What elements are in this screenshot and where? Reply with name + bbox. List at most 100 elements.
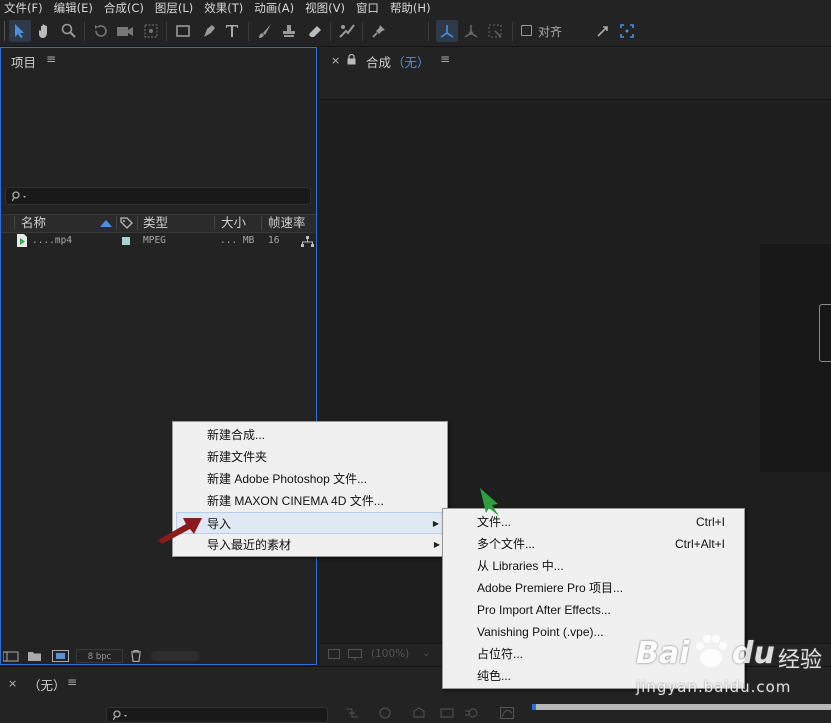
column-name[interactable]: 名称: [21, 215, 46, 231]
menu-item-import-libraries[interactable]: 从 Libraries 中...: [477, 555, 725, 577]
new-folder-icon[interactable]: [28, 651, 42, 662]
menu-item-import-premiere-project[interactable]: Adobe Premiere Pro 项目...: [477, 577, 725, 599]
draft-3d-icon[interactable]: [378, 707, 392, 719]
align-label: 对齐: [538, 25, 563, 39]
interpret-footage-icon[interactable]: [3, 651, 19, 662]
zoom-tool-icon[interactable]: [58, 20, 80, 42]
panel-menu-icon[interactable]: ≡: [67, 675, 77, 689]
snapping-icon[interactable]: [592, 20, 614, 42]
menu-item-import-recent[interactable]: 导入最近的素材 ▶: [207, 534, 443, 556]
label-tag-icon[interactable]: [120, 217, 133, 229]
video-file-icon: [17, 234, 27, 247]
menu-bar: 文件(F) 编辑(E) 合成(C) 图层(L) 效果(T) 动画(A) 视图(V…: [0, 0, 831, 16]
menu-layer[interactable]: 图层(L): [151, 0, 200, 16]
file-type: MPEG: [143, 235, 166, 246]
project-column-header: 名称 类型 大小 帧速率: [1, 214, 316, 233]
timeline-search-input[interactable]: [106, 707, 328, 723]
file-fps: 16: [268, 235, 280, 246]
clone-stamp-tool-icon[interactable]: [278, 20, 300, 42]
align-checkbox[interactable]: [521, 25, 532, 36]
green-arrow-annotation: [480, 488, 499, 516]
menu-item-new-folder[interactable]: 新建文件夹: [207, 446, 443, 468]
panel-menu-icon[interactable]: ≡: [440, 52, 450, 66]
composition-tab-label[interactable]: 合成: [366, 52, 391, 71]
column-fps[interactable]: 帧速率: [268, 215, 306, 231]
menu-item-import[interactable]: 导入 ▶: [176, 512, 444, 534]
timeline-title[interactable]: （无）: [28, 675, 66, 694]
composition-panel-header: × 合成 （无） ≡: [320, 47, 831, 100]
graph-editor-icon[interactable]: [500, 707, 514, 719]
project-file-row[interactable]: ....mp4 MPEG ... MB 16: [1, 234, 316, 248]
puppet-pin-tool-icon[interactable]: [368, 20, 390, 42]
selection-tool-icon[interactable]: [9, 20, 31, 42]
eraser-tool-icon[interactable]: [304, 20, 326, 42]
red-arrow-annotation: [158, 518, 202, 544]
hand-tool-icon[interactable]: [34, 20, 56, 42]
composition-tab-value[interactable]: （无）: [392, 52, 430, 71]
baidu-jingyan-watermark: Bai du 经验 jingyan.baidu.com: [636, 630, 831, 700]
flowchart-icon[interactable]: [301, 236, 314, 247]
menu-item-new-cinema4d-file[interactable]: 新建 MAXON CINEMA 4D 文件...: [207, 490, 443, 512]
menu-composition[interactable]: 合成(C): [100, 0, 151, 16]
timeline-navigator[interactable]: [532, 704, 831, 710]
menu-file[interactable]: 文件(F): [0, 0, 50, 16]
pan-behind-tool-icon[interactable]: [140, 20, 162, 42]
menu-item-import-file[interactable]: 文件... Ctrl+I: [477, 511, 725, 533]
tools-toolbar: 对齐: [0, 16, 831, 47]
roto-brush-tool-icon[interactable]: [336, 20, 358, 42]
frame-blending-icon[interactable]: [440, 707, 454, 719]
menu-effect[interactable]: 效果(T): [200, 0, 250, 16]
toggle-preview-icon[interactable]: [328, 649, 340, 660]
menu-item-new-composition[interactable]: 新建合成...: [207, 424, 443, 446]
search-icon: [113, 710, 127, 721]
motion-blur-icon[interactable]: [464, 707, 478, 719]
camera-tool-icon[interactable]: [114, 20, 136, 42]
canvas-frame: [819, 304, 831, 362]
sort-ascending-icon[interactable]: [100, 220, 112, 227]
snap-target-icon[interactable]: [616, 20, 638, 42]
brush-tool-icon[interactable]: [254, 20, 276, 42]
thumbnail-slider[interactable]: [151, 651, 199, 661]
menu-view[interactable]: 视图(V): [301, 0, 352, 16]
file-size: ... MB: [220, 235, 255, 246]
type-tool-icon[interactable]: [222, 20, 244, 42]
column-size[interactable]: 大小: [221, 215, 246, 231]
label-color-swatch[interactable]: [122, 237, 130, 245]
file-name: ....mp4: [32, 235, 73, 246]
composition-flowchart-icon[interactable]: [345, 707, 359, 719]
menu-edit[interactable]: 编辑(E): [50, 0, 100, 16]
shy-icon[interactable]: [412, 707, 426, 719]
project-panel: 项目 ≡ 名称 类型 大小 帧速率 ....mp4 MPEG ... MB 16: [0, 47, 317, 665]
project-panel-title: 项目: [11, 55, 37, 70]
search-icon: [12, 191, 26, 202]
local-axis-mode-icon[interactable]: [436, 20, 458, 42]
view-axis-mode-icon[interactable]: [484, 20, 506, 42]
pen-tool-icon[interactable]: [198, 20, 220, 42]
rotate-tool-icon[interactable]: [90, 20, 112, 42]
submenu-arrow-icon: ▶: [432, 519, 439, 528]
grip-icon[interactable]: [2, 20, 8, 42]
close-icon[interactable]: ×: [331, 54, 340, 67]
chevron-down-icon[interactable]: ⌄: [422, 648, 430, 659]
panel-menu-icon[interactable]: ≡: [46, 52, 56, 66]
project-search-input[interactable]: [5, 187, 311, 205]
submenu-arrow-icon: ▶: [433, 540, 440, 549]
menu-window[interactable]: 窗口: [352, 0, 386, 16]
column-type[interactable]: 类型: [143, 215, 168, 231]
lock-icon[interactable]: [347, 54, 356, 65]
menu-item-import-multiple-files[interactable]: 多个文件... Ctrl+Alt+I: [477, 533, 725, 555]
project-context-menu: 新建合成... 新建文件夹 新建 Adobe Photoshop 文件... 新…: [172, 421, 448, 557]
trash-icon[interactable]: [130, 650, 142, 662]
new-composition-icon[interactable]: [52, 650, 69, 662]
world-axis-mode-icon[interactable]: [460, 20, 482, 42]
close-icon[interactable]: ×: [8, 677, 17, 690]
monitor-icon[interactable]: [348, 649, 362, 661]
bit-depth-button[interactable]: 8 bpc: [76, 649, 123, 663]
menu-item-new-photoshop-file[interactable]: 新建 Adobe Photoshop 文件...: [207, 468, 443, 490]
zoom-level[interactable]: (100%): [371, 648, 409, 660]
menu-animation[interactable]: 动画(A): [250, 0, 301, 16]
menu-help[interactable]: 帮助(H): [386, 0, 438, 16]
rectangle-tool-icon[interactable]: [172, 20, 194, 42]
paw-logo-icon: [696, 635, 727, 667]
menu-item-pro-import-ae[interactable]: Pro Import After Effects...: [477, 599, 725, 621]
